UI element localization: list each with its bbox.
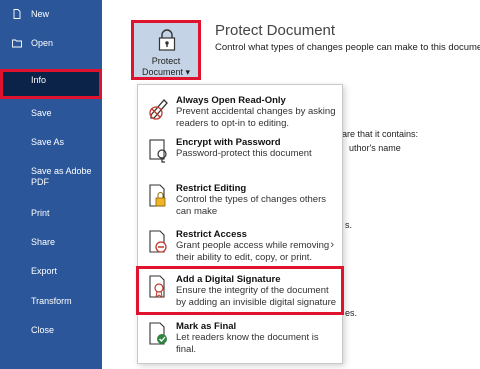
nav-print[interactable]: Print [0, 208, 102, 220]
nav-open[interactable]: Open [0, 38, 102, 50]
nav-transform[interactable]: Transform [0, 296, 102, 308]
menu-item-title: Add a Digital Signature [176, 274, 281, 285]
nav-new[interactable]: New [0, 9, 102, 21]
nav-save-as[interactable]: Save As [0, 137, 102, 149]
protect-button-label-line1: Protect [151, 56, 181, 66]
mark-final-icon [149, 322, 167, 345]
menu-item-description: Control the types of changes others can … [176, 194, 326, 217]
lock-document-icon [158, 29, 176, 51]
new-document-icon [13, 9, 21, 19]
menu-item-mark-as-final[interactable]: Mark as Final Let readers know the docum… [138, 315, 342, 357]
nav-save-as-label: Save As [31, 137, 65, 147]
chevron-right-icon: › [330, 239, 334, 251]
nav-transform-label: Transform [31, 296, 72, 306]
menu-item-description: Prevent accidental changes by asking rea… [176, 106, 336, 129]
menu-item-encrypt-with-password[interactable]: Encrypt with Password Password-protect t… [138, 131, 342, 173]
inspect-text-fragment-4: es. [345, 308, 358, 318]
nav-close-label: Close [31, 325, 55, 335]
menu-item-description: Password-protect this document [176, 148, 312, 159]
protect-button-label-line2: Document ▾ [141, 67, 191, 77]
protect-document-description: Control what types of changes people can… [215, 42, 480, 53]
protect-document-button[interactable]: Protect Document ▾ [131, 20, 201, 80]
nav-export[interactable]: Export [0, 266, 102, 278]
nav-print-label: Print [31, 208, 50, 218]
nav-save-label: Save [31, 108, 52, 118]
lock-icon [149, 139, 167, 163]
restrict-editing-icon [149, 184, 166, 207]
nav-save[interactable]: Save [0, 108, 102, 120]
inspect-text-fragment-3: s. [345, 220, 353, 230]
menu-item-title: Mark as Final [176, 321, 237, 332]
nav-info-label: Info [31, 75, 47, 85]
nav-save-as-adobe-pdf[interactable]: Save as Adobe PDF [0, 166, 102, 190]
digital-signature-icon [149, 275, 165, 299]
menu-item-description: Ensure the integrity of the document by … [176, 285, 337, 308]
nav-open-label: Open [31, 38, 54, 48]
menu-item-description: Grant people access while removing their… [176, 240, 330, 263]
menu-item-always-open-read-only[interactable]: Always Open Read-Only Prevent accidental… [138, 89, 342, 131]
nav-export-label: Export [31, 266, 58, 276]
menu-item-restrict-access[interactable]: Restrict Access Grant people access whil… [138, 223, 342, 265]
menu-item-title: Encrypt with Password [176, 137, 281, 148]
inspect-text-fragment-2: uthor's name [349, 143, 401, 153]
menu-item-restrict-editing[interactable]: Restrict Editing Control the types of ch… [138, 177, 342, 219]
menu-item-description: Let readers know the document is final. [176, 332, 319, 355]
backstage-sidebar: New Open Info Save Save As Save as Adobe… [0, 0, 102, 369]
protect-document-title: Protect Document [215, 22, 336, 39]
menu-item-add-digital-signature[interactable]: Add a Digital Signature Ensure the integ… [136, 266, 344, 315]
restrict-access-icon [149, 230, 167, 253]
menu-item-title: Restrict Access [176, 229, 247, 240]
nav-close[interactable]: Close [0, 325, 102, 337]
nav-share-label: Share [31, 237, 56, 247]
protect-document-menu: Always Open Read-Only Prevent accidental… [136, 84, 344, 364]
folder-icon [12, 39, 22, 48]
nav-new-label: New [31, 9, 50, 19]
nav-share[interactable]: Share [0, 237, 102, 249]
nav-save-as-adobe-pdf-label: Save as Adobe PDF [31, 166, 92, 187]
nav-info[interactable]: Info [0, 69, 102, 99]
pencil-no-icon [149, 99, 168, 120]
menu-item-title: Restrict Editing [176, 183, 247, 194]
inspect-text-fragment-1: are that it contains: [342, 129, 419, 139]
menu-item-title: Always Open Read-Only [176, 95, 286, 106]
